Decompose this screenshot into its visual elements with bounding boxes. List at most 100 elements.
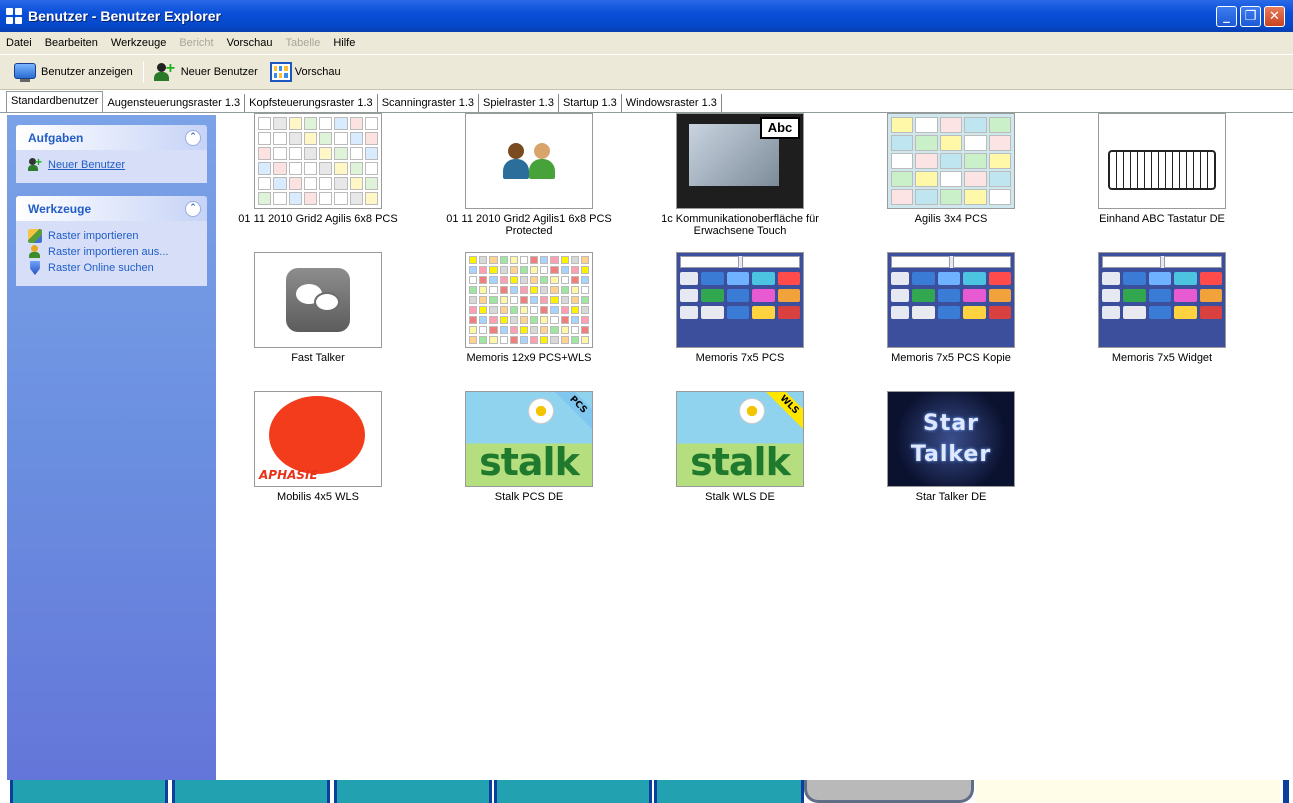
task-new-user[interactable]: + Neuer Benutzer <box>28 155 197 173</box>
tab-augensteuerungsraster[interactable]: Augensteuerungsraster 1.3 <box>103 94 246 112</box>
grid-thumbnail[interactable]: APHASIE <box>254 391 382 487</box>
menu-hilfe[interactable]: Hilfe <box>333 37 355 49</box>
grid-item-caption: 1c Kommunikationoberfläche für Erwachsen… <box>661 213 819 237</box>
corner-badge: PCS <box>553 392 592 430</box>
grid-thumbnail[interactable]: Abc <box>676 113 804 209</box>
menu-vorschau[interactable]: Vorschau <box>227 37 273 49</box>
tools-panel-header[interactable]: Werkzeuge ⌃ <box>16 196 207 221</box>
grid-thumbnail-cells <box>255 114 381 208</box>
memoris-row <box>1102 306 1222 319</box>
minimize-button[interactable]: _ <box>1216 6 1237 27</box>
app-icon[interactable] <box>6 8 22 24</box>
memoris-row <box>680 306 800 319</box>
grid-item[interactable]: APHASIE Mobilis 4x5 WLS <box>218 391 418 503</box>
grid-item[interactable]: Agilis 3x4 PCS <box>851 113 1051 225</box>
tools-panel-title: Werkzeuge <box>28 201 92 216</box>
tab-kopfsteuerungsraster[interactable]: Kopfsteuerungsraster 1.3 <box>245 94 378 112</box>
grid-item[interactable]: Einhand ABC Tastatur DE <box>1062 113 1262 225</box>
grid-item[interactable]: WLS stalk Stalk WLS DE <box>640 391 840 503</box>
menu-werkzeuge[interactable]: Werkzeuge <box>111 37 166 49</box>
menu-bearbeiten[interactable]: Bearbeiten <box>45 37 98 49</box>
grid-thumbnail[interactable] <box>887 113 1015 209</box>
grid-item[interactable]: Memoris 7x5 Widget <box>1062 252 1262 364</box>
task-import-grid-label: Raster importieren <box>48 230 139 242</box>
taskbar-button[interactable] <box>334 780 492 803</box>
grid-thumbnail[interactable] <box>676 252 804 348</box>
daisy-icon <box>739 398 765 424</box>
new-user-button[interactable]: + Neuer Benutzer <box>152 59 260 85</box>
taskbar-button[interactable] <box>10 780 168 803</box>
grid-item-caption: Memoris 12x9 PCS+WLS <box>466 352 592 364</box>
grid-thumbnail[interactable] <box>1098 252 1226 348</box>
import-package-icon <box>28 229 42 243</box>
grid-item[interactable]: PCS stalk Stalk PCS DE <box>429 391 629 503</box>
grid-thumbnail[interactable]: Star Talker <box>887 391 1015 487</box>
grid-item-caption: Star Talker DE <box>915 491 987 503</box>
restore-button[interactable]: ❐ <box>1240 6 1261 27</box>
grid-item[interactable]: Memoris 7x5 PCS <box>640 252 840 364</box>
grid-item[interactable]: 01 11 2010 Grid2 Agilis 6x8 PCS <box>218 113 418 225</box>
grid-thumbnail[interactable]: WLS stalk <box>676 391 804 487</box>
collapse-tasks-icon[interactable]: ⌃ <box>185 129 201 146</box>
tab-spielraster[interactable]: Spielraster 1.3 <box>479 94 559 112</box>
grid-thumbnail[interactable] <box>254 113 382 209</box>
task-import-grid[interactable]: Raster importieren <box>28 228 197 244</box>
grid-item[interactable]: Memoris 12x9 PCS+WLS <box>429 252 629 364</box>
corner-badge: WLS <box>764 392 803 430</box>
collapse-tools-icon[interactable]: ⌃ <box>185 200 201 217</box>
grid-preview-icon <box>269 62 292 82</box>
star-talker-logo-text: Talker <box>910 442 992 467</box>
grid-item[interactable]: Abc 1c Kommunikationoberfläche für Erwach… <box>640 113 840 237</box>
grid-item-caption: Fast Talker <box>291 352 345 364</box>
taskbar-button[interactable] <box>654 780 804 803</box>
menu-bericht: Bericht <box>179 37 214 49</box>
grid-item-caption: Agilis 3x4 PCS <box>914 213 988 225</box>
grid-item-caption: Memoris 7x5 PCS <box>695 352 785 364</box>
memoris-row <box>891 289 1011 302</box>
grid-thumbnail[interactable]: PCS stalk <box>465 391 593 487</box>
memoris-topbar <box>680 256 800 268</box>
memoris-row <box>891 306 1011 319</box>
show-users-button[interactable]: Benutzer anzeigen <box>10 59 135 85</box>
tab-windowsraster[interactable]: Windowsraster 1.3 <box>621 94 722 112</box>
grid-thumbnail-cells <box>888 114 1014 208</box>
grid-item[interactable]: Star Talker Star Talker DE <box>851 391 1051 503</box>
tab-startup[interactable]: Startup 1.3 <box>558 94 622 112</box>
daisy-icon <box>528 398 554 424</box>
taskbar-button[interactable] <box>172 780 330 803</box>
grid-thumbnail[interactable] <box>254 252 382 348</box>
memoris-row <box>1102 272 1222 285</box>
grid-thumbnail[interactable] <box>887 252 1015 348</box>
window-title: Benutzer - Benutzer Explorer <box>28 8 221 24</box>
task-import-grid-from[interactable]: Raster importieren aus... <box>28 244 197 260</box>
tasks-panel: Aufgaben ⌃ + Neuer Benutzer <box>16 125 207 183</box>
tasks-panel-header[interactable]: Aufgaben ⌃ <box>16 125 207 150</box>
tasks-panel-title: Aufgaben <box>28 130 84 145</box>
grid-thumbnail[interactable] <box>1098 113 1226 209</box>
taskbar-button[interactable] <box>804 780 974 803</box>
tab-standardbenutzer[interactable]: Standardbenutzer <box>6 91 104 112</box>
grid-item[interactable]: Memoris 7x5 PCS Kopie <box>851 252 1051 364</box>
grid-item[interactable]: 01 11 2010 Grid2 Agilis1 6x8 PCS Protect… <box>429 113 629 237</box>
grid-thumbnail[interactable] <box>465 113 593 209</box>
memoris-row <box>891 272 1011 285</box>
user-tabs: Standardbenutzer Augensteuerungsraster 1… <box>0 91 1293 113</box>
task-search-online[interactable]: Raster Online suchen <box>28 260 197 276</box>
preview-button[interactable]: Vorschau <box>268 60 343 84</box>
user-icon <box>529 141 555 181</box>
show-users-label: Benutzer anzeigen <box>41 66 133 78</box>
memoris-row <box>680 289 800 302</box>
title-bar: Benutzer - Benutzer Explorer _ ❐ ✕ <box>0 0 1293 32</box>
memoris-row <box>680 272 800 285</box>
import-user-icon <box>28 245 42 259</box>
add-user-icon: + <box>28 155 42 172</box>
menu-datei[interactable]: Datei <box>6 37 32 49</box>
tab-scanningraster[interactable]: Scanningraster 1.3 <box>377 94 480 112</box>
toolbar: Benutzer anzeigen + Neuer Benutzer Vorsc… <box>0 54 1293 90</box>
menu-tabelle: Tabelle <box>285 37 321 49</box>
grid-thumbnail[interactable] <box>465 252 593 348</box>
close-button[interactable]: ✕ <box>1264 6 1285 27</box>
taskbar-button[interactable] <box>494 780 652 803</box>
memoris-topbar <box>891 256 1011 268</box>
grid-item[interactable]: Fast Talker <box>218 252 418 364</box>
